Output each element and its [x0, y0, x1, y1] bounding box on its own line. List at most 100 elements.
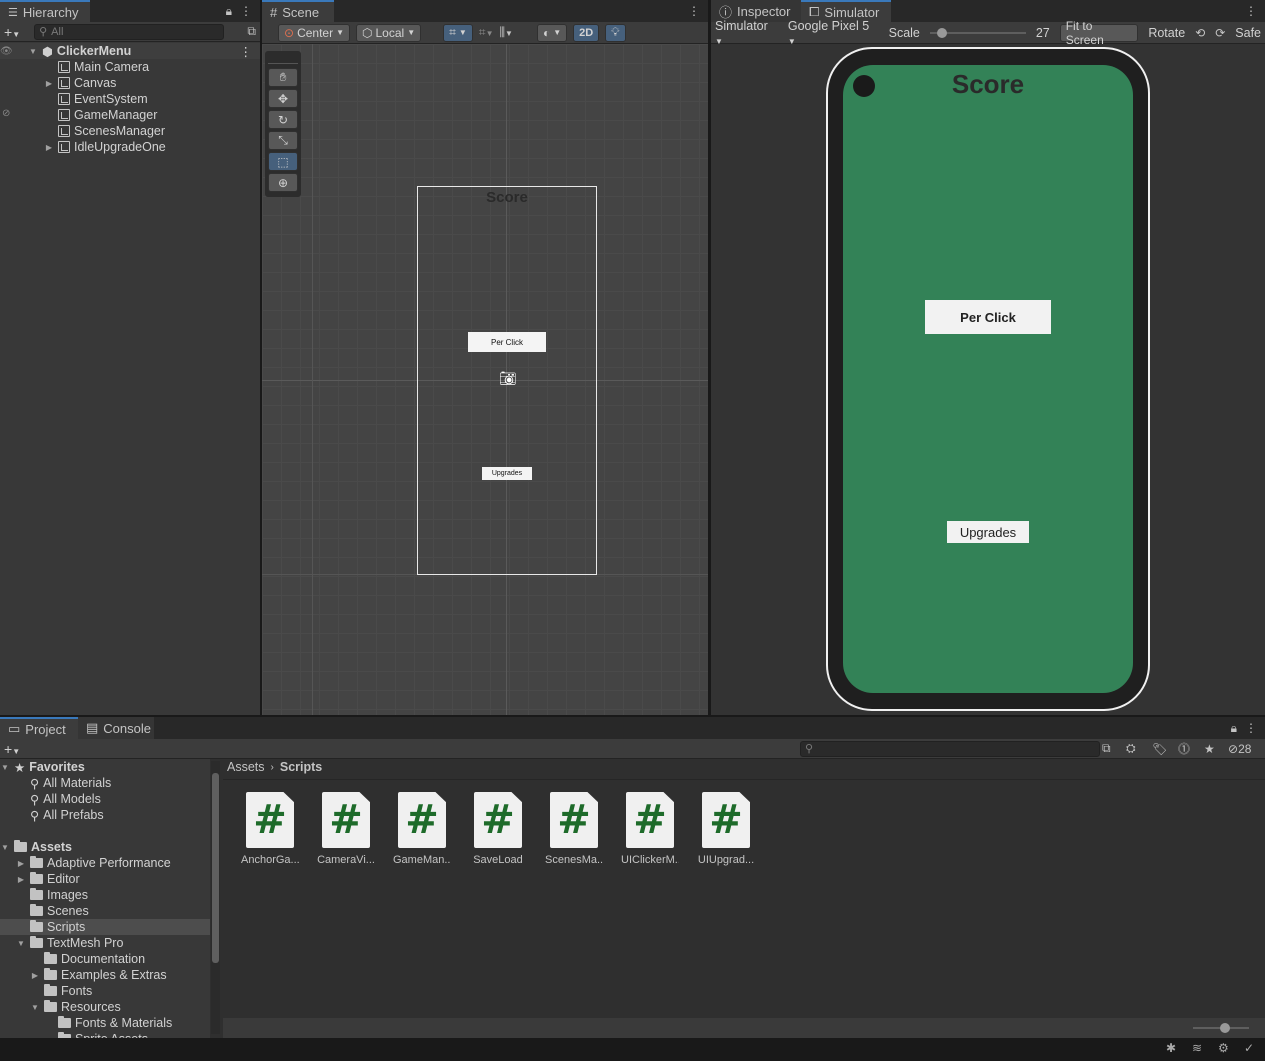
grid-snap-button[interactable]: ⌗ ▼: [443, 23, 473, 42]
expand-arrow-icon[interactable]: ▶: [16, 859, 26, 868]
lighting-progress-icon[interactable]: ⚙︎: [1218, 1041, 1229, 1055]
script-asset[interactable]: # CameraVi...: [317, 792, 375, 866]
safe-area-toggle[interactable]: Safe: [1235, 26, 1261, 40]
script-asset[interactable]: # GameMan...: [393, 792, 451, 866]
breadcrumb-assets[interactable]: Assets: [227, 760, 265, 774]
tab-hierarchy[interactable]: ☰ Hierarchy: [0, 0, 90, 22]
project-folder-item[interactable]: ▶ Editor: [0, 871, 210, 887]
script-asset[interactable]: # SaveLoad: [469, 792, 527, 866]
create-add-button[interactable]: +▼: [4, 741, 20, 757]
camera-gizmo-icon[interactable]: 📷︎: [499, 370, 517, 387]
hierarchy-item[interactable]: Main Camera: [0, 59, 260, 75]
canvas-per-click-button[interactable]: Per Click: [468, 332, 546, 352]
hierarchy-item[interactable]: GameManager: [0, 107, 260, 123]
more-menu-icon[interactable]: ⋮: [1245, 721, 1257, 736]
check-icon[interactable]: ✓: [1244, 1041, 1254, 1055]
favorite-star-icon[interactable]: ★: [1204, 742, 1215, 756]
increment-snap-icon[interactable]: ⌗▼: [479, 25, 494, 40]
hierarchy-item[interactable]: ▶ Canvas: [0, 75, 260, 91]
layers-icon[interactable]: ≋: [1192, 1041, 1202, 1055]
filter-by-type-icon[interactable]: ⛭: [1126, 741, 1136, 756]
tab-console[interactable]: ▤ Console: [78, 717, 154, 739]
lock-icon[interactable]: 🔒︎: [226, 4, 232, 19]
search-options-icon[interactable]: ⧉: [1102, 741, 1111, 756]
shading-dropdown[interactable]: ◐ ▼: [536, 23, 568, 42]
expand-arrow-icon[interactable]: ▼: [16, 939, 26, 948]
hierarchy-item[interactable]: ScenesManager: [0, 123, 260, 139]
favorites-header[interactable]: ▼ ★ Favorites: [0, 759, 210, 775]
more-menu-icon[interactable]: ⋮: [688, 4, 700, 18]
expand-arrow-icon[interactable]: ▶: [44, 79, 54, 88]
tree-scrollbar-thumb[interactable]: [212, 773, 219, 963]
tab-scene[interactable]: # Scene: [262, 0, 334, 22]
rotate-right-icon[interactable]: ⟳: [1215, 26, 1225, 40]
favorite-item[interactable]: ⚲ All Models: [0, 791, 210, 807]
create-add-button[interactable]: +▼: [4, 24, 20, 40]
rotate-left-icon[interactable]: ⟲: [1195, 26, 1205, 40]
project-folder-item[interactable]: ▼ TextMesh Pro: [0, 935, 210, 951]
hierarchy-search-input[interactable]: ⚲ All: [34, 23, 225, 40]
phone-screen[interactable]: Score Per Click Upgrades: [843, 65, 1133, 693]
tab-project[interactable]: ▭ Project: [0, 717, 78, 739]
scale-slider[interactable]: [929, 27, 1026, 38]
project-folder-item[interactable]: Scripts: [0, 919, 210, 935]
project-folder-item[interactable]: Fonts: [0, 983, 210, 999]
project-folder-item[interactable]: Sprite Assets: [0, 1031, 210, 1038]
visibility-icon[interactable]: 👁︎: [0, 46, 14, 57]
script-asset[interactable]: # UIClickerM...: [621, 792, 679, 866]
scale-tool-button[interactable]: ⤡: [268, 131, 298, 150]
project-folder-item[interactable]: Fonts & Materials: [0, 1015, 210, 1031]
hand-tool-button[interactable]: ✋︎: [268, 68, 298, 87]
expand-arrow-icon[interactable]: ▶: [16, 875, 26, 884]
rotate-tool-button[interactable]: ↻: [268, 110, 298, 129]
palette-grip[interactable]: [268, 54, 298, 64]
expand-arrow-icon[interactable]: ▼: [0, 843, 10, 852]
rect-tool-button[interactable]: ⬚: [268, 152, 298, 171]
search-scope-icon[interactable]: ⧉: [247, 24, 256, 39]
project-folder-item[interactable]: ▶ Adaptive Performance: [0, 855, 210, 871]
scene-row[interactable]: 👁︎ ▼ ⬢ ClickerMenu ⋮: [0, 43, 260, 59]
align-icon[interactable]: ⫼▼: [499, 25, 512, 40]
hierarchy-item[interactable]: ▶ IdleUpgradeOne: [0, 139, 260, 155]
zoom-slider-thumb[interactable]: [1220, 1023, 1230, 1033]
more-menu-icon[interactable]: ⋮: [1245, 4, 1257, 18]
favorite-item[interactable]: ⚲ All Prefabs: [0, 807, 210, 823]
project-folder-item[interactable]: ▼ Resources: [0, 999, 210, 1015]
project-folder-item[interactable]: ▶ Examples & Extras: [0, 967, 210, 983]
expand-arrow-icon[interactable]: ▼: [30, 1003, 40, 1012]
tree-scrollbar[interactable]: [211, 761, 220, 1034]
debug-bug-icon[interactable]: ✱: [1166, 1041, 1176, 1055]
scene-more-icon[interactable]: ⋮: [240, 44, 261, 59]
hidden-packages-icon[interactable]: ⊘28: [1228, 742, 1251, 756]
transform-tool-button[interactable]: ⊕: [268, 173, 298, 192]
expand-arrow-icon[interactable]: ▶: [30, 971, 40, 980]
hidden-toggle-icon[interactable]: ⊘: [2, 108, 10, 119]
lock-icon[interactable]: 🔒︎: [1231, 721, 1237, 736]
breadcrumb-scripts[interactable]: Scripts: [280, 760, 322, 774]
hierarchy-item[interactable]: EventSystem: [0, 91, 260, 107]
project-search-input[interactable]: ⚲: [800, 740, 1100, 757]
scene-viewport[interactable]: Score Per Click Upgrades 📷︎: [262, 44, 708, 715]
assets-header[interactable]: ▼ Assets: [0, 839, 210, 855]
script-asset[interactable]: # ScenesMa...: [545, 792, 603, 866]
lighting-toggle[interactable]: 💡︎: [605, 23, 626, 42]
expand-arrow-icon[interactable]: ▼: [28, 47, 38, 56]
pivot-dropdown[interactable]: ⊙ Center ▼: [278, 23, 351, 42]
project-folder-item[interactable]: Documentation: [0, 951, 210, 967]
expand-arrow-icon[interactable]: ▶: [44, 143, 54, 152]
sim-mode-dropdown[interactable]: Simulator ▼: [715, 19, 778, 47]
device-dropdown[interactable]: Google Pixel 5 ▼: [788, 19, 879, 47]
warning-icon[interactable]: ⓵: [1178, 740, 1190, 757]
space-dropdown[interactable]: ⬡ Local ▼: [356, 23, 422, 42]
scale-slider-thumb[interactable]: [936, 27, 947, 38]
project-folder-item[interactable]: Scenes: [0, 903, 210, 919]
fit-to-screen-button[interactable]: Fit to Screen: [1059, 19, 1139, 47]
script-asset[interactable]: # AnchorGa...: [241, 792, 299, 866]
phone-upgrades-button[interactable]: Upgrades: [947, 521, 1029, 543]
move-tool-button[interactable]: ✥: [268, 89, 298, 108]
more-menu-icon[interactable]: ⋮: [240, 4, 252, 19]
phone-per-click-button[interactable]: Per Click: [925, 300, 1051, 334]
expand-arrow-icon[interactable]: ▼: [0, 763, 10, 772]
canvas-upgrades-button[interactable]: Upgrades: [482, 467, 532, 480]
favorite-item[interactable]: ⚲ All Materials: [0, 775, 210, 791]
